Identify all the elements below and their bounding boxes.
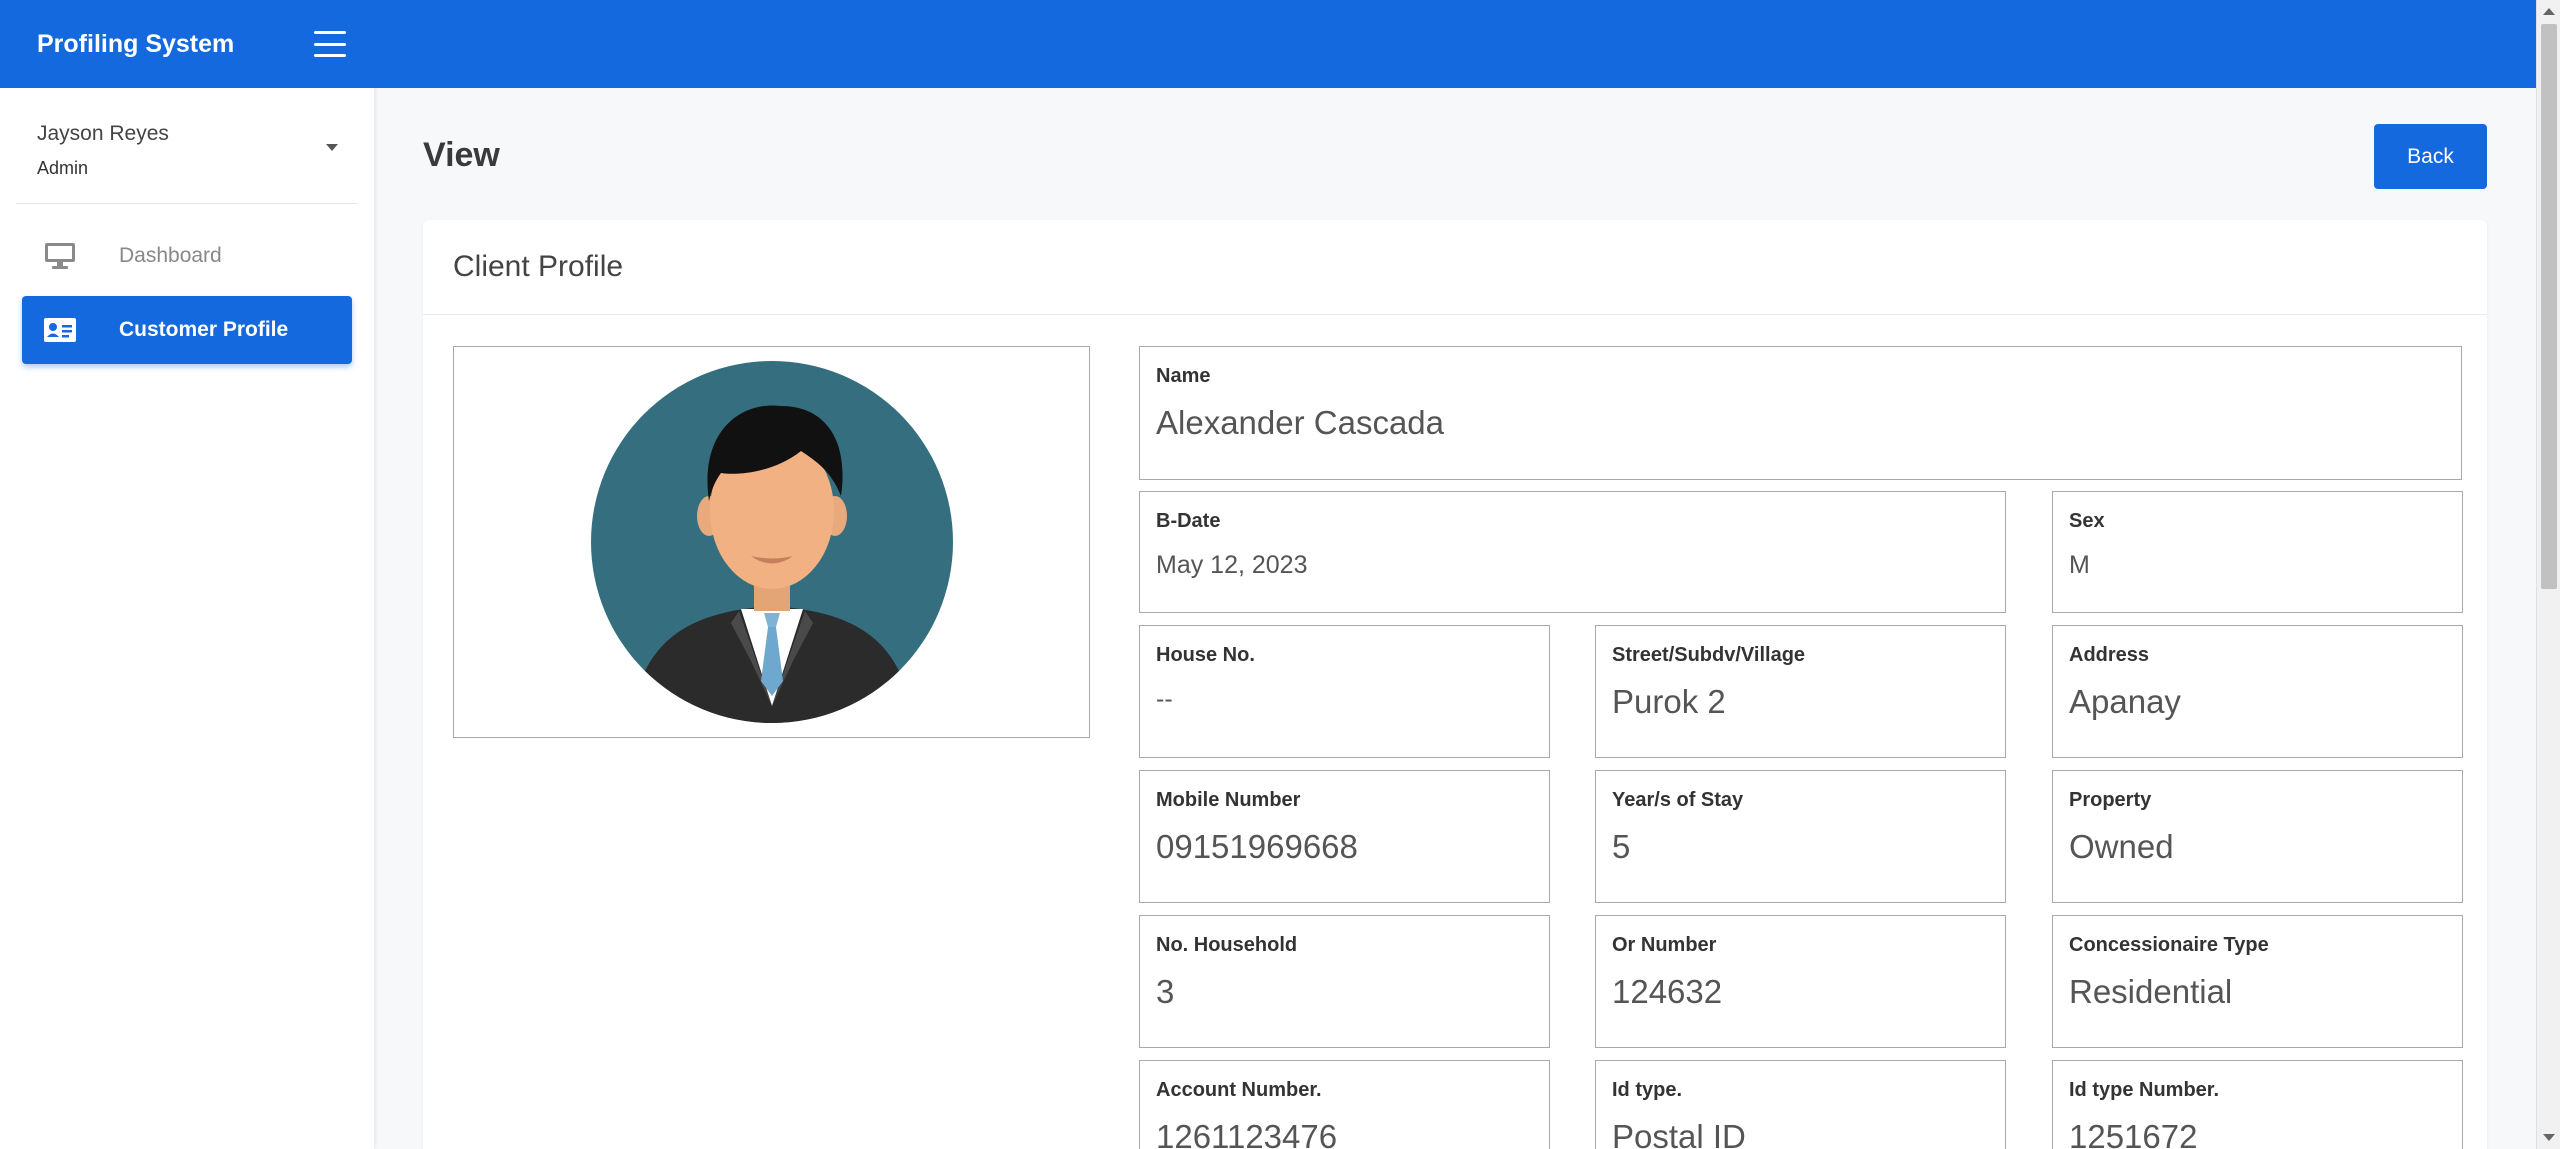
field-mobile-number: Mobile Number 09151969668 [1139,770,1550,903]
field-value: Postal ID [1612,1118,1746,1149]
page-title: View [423,136,500,174]
scroll-up-arrow-icon[interactable] [2543,8,2555,15]
field-no-household: No. Household 3 [1139,915,1550,1048]
field-label: No. Household [1156,934,1298,956]
field-id-type-number: Id type Number. 1251672 [2052,1060,2463,1149]
field-label: Concessionaire Type [2069,934,2269,956]
field-street: Street/Subdv/Village Purok 2 [1595,625,2006,758]
sidebar: Profiling System Jayson Reyes Admin Dash… [0,0,374,1149]
field-value: Apanay [2069,683,2181,720]
scrollbar-thumb[interactable] [2541,24,2557,589]
field-value: May 12, 2023 [1156,551,1308,579]
sidebar-item-label: Dashboard [119,244,222,267]
app-title[interactable]: Profiling System [37,30,234,59]
sidebar-item-dashboard[interactable]: Dashboard [22,222,352,290]
field-bdate: B-Date May 12, 2023 [1139,491,2006,613]
field-value: Purok 2 [1612,683,1726,720]
user-panel[interactable]: Jayson Reyes Admin [16,88,358,204]
field-property: Property Owned [2052,770,2463,903]
monitor-icon [40,241,80,271]
avatar [590,361,953,723]
field-label: Or Number [1612,934,1717,956]
field-or-number: Or Number 124632 [1595,915,2006,1048]
field-value: Owned [2069,828,2174,865]
field-label: Sex [2069,510,2105,532]
field-value: -- [1156,685,1173,713]
field-value: Residential [2069,973,2233,1010]
id-card-icon [40,315,80,345]
client-profile-card: Client Profile Name Alexander Cascada B-… [423,220,2487,1149]
menu-toggle-icon[interactable] [314,31,346,57]
field-value: M [2069,551,2090,579]
field-label: Id type Number. [2069,1079,2220,1101]
field-house-no: House No. -- [1139,625,1550,758]
field-label: Account Number. [1156,1079,1322,1101]
brand-bar: Profiling System [0,0,374,88]
field-value: 09151969668 [1156,828,1358,865]
field-label: Address [2069,644,2150,666]
field-concessionaire-type: Concessionaire Type Residential [2052,915,2463,1048]
field-label: House No. [1156,644,1255,666]
field-name: Name Alexander Cascada [1139,346,2462,480]
sidebar-nav: Dashboard Customer Profile [0,204,374,388]
field-value: 5 [1612,828,1631,865]
field-id-type: Id type. Postal ID [1595,1060,2006,1149]
card-title: Client Profile [423,220,2487,315]
back-button[interactable]: Back [2374,124,2487,189]
field-label: Id type. [1612,1079,1683,1101]
sidebar-item-label: Customer Profile [119,318,289,341]
field-value: Alexander Cascada [1156,404,1445,441]
field-sex: Sex M [2052,491,2463,613]
top-navbar [374,0,2536,88]
field-value: 1251672 [2069,1118,2198,1149]
field-value: 124632 [1612,973,1723,1010]
field-label: Year/s of Stay [1612,789,1744,811]
field-account-number: Account Number. 1261123476 [1139,1060,1550,1149]
page-scrollbar[interactable] [2536,0,2560,1149]
sidebar-item-customer-profile[interactable]: Customer Profile [22,296,352,364]
scroll-down-arrow-icon[interactable] [2543,1134,2555,1141]
field-address: Address Apanay [2052,625,2463,758]
main-content: View Back Client Profile Name Alexander … [374,88,2536,1149]
field-years-of-stay: Year/s of Stay 5 [1595,770,2006,903]
field-value: 1261123476 [1156,1118,1338,1149]
caret-down-icon[interactable] [326,144,338,151]
user-name: Jayson Reyes [37,122,169,145]
field-label: Mobile Number [1156,789,1301,811]
field-label: Property [2069,789,2152,811]
field-label: B-Date [1156,510,1221,532]
field-label: Street/Subdv/Village [1612,644,1806,666]
field-value: 3 [1156,973,1175,1010]
profile-photo-frame [453,346,1090,738]
field-label: Name [1156,365,1211,387]
user-role: Admin [37,158,89,178]
